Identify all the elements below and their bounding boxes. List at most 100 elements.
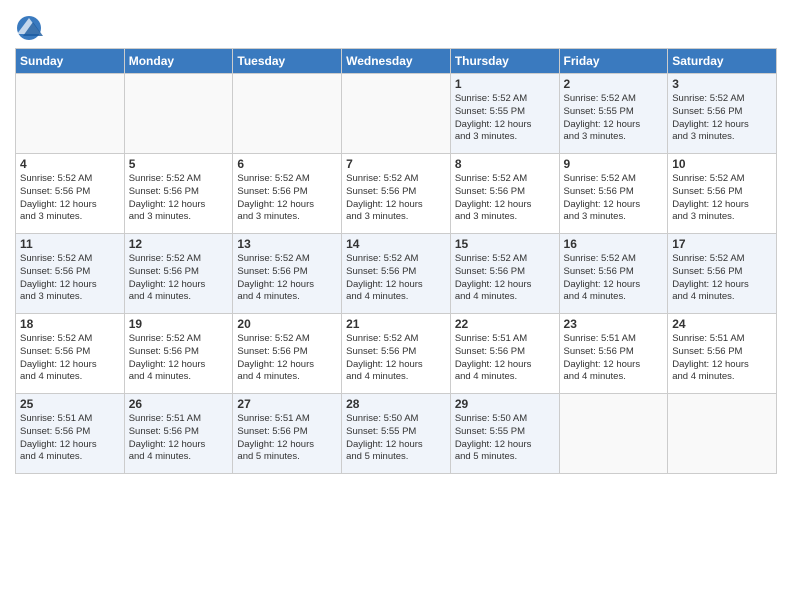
calendar-cell (559, 394, 668, 474)
header-row: SundayMondayTuesdayWednesdayThursdayFrid… (16, 49, 777, 74)
cell-info: Sunrise: 5:52 AM Sunset: 5:56 PM Dayligh… (237, 173, 337, 224)
calendar-cell: 8 Sunrise: 5:52 AM Sunset: 5:56 PM Daylig… (450, 154, 559, 234)
cell-info: Sunrise: 5:52 AM Sunset: 5:56 PM Dayligh… (672, 253, 772, 304)
cell-info: Sunrise: 5:52 AM Sunset: 5:56 PM Dayligh… (237, 253, 337, 304)
day-number: 29 (455, 397, 555, 411)
header-cell-monday: Monday (124, 49, 233, 74)
calendar-cell: 29 Sunrise: 5:50 AM Sunset: 5:55 PM Dayli… (450, 394, 559, 474)
day-number: 17 (672, 237, 772, 251)
day-number: 26 (129, 397, 229, 411)
calendar-cell: 7 Sunrise: 5:52 AM Sunset: 5:56 PM Daylig… (342, 154, 451, 234)
calendar-cell: 15 Sunrise: 5:52 AM Sunset: 5:56 PM Dayli… (450, 234, 559, 314)
day-number: 21 (346, 317, 446, 331)
calendar-cell: 25 Sunrise: 5:51 AM Sunset: 5:56 PM Dayli… (16, 394, 125, 474)
day-number: 12 (129, 237, 229, 251)
day-number: 22 (455, 317, 555, 331)
calendar-cell: 28 Sunrise: 5:50 AM Sunset: 5:55 PM Dayli… (342, 394, 451, 474)
cell-info: Sunrise: 5:52 AM Sunset: 5:56 PM Dayligh… (129, 333, 229, 384)
cell-info: Sunrise: 5:51 AM Sunset: 5:56 PM Dayligh… (20, 413, 120, 464)
calendar-cell: 18 Sunrise: 5:52 AM Sunset: 5:56 PM Dayli… (16, 314, 125, 394)
header-cell-thursday: Thursday (450, 49, 559, 74)
day-number: 5 (129, 157, 229, 171)
cell-info: Sunrise: 5:52 AM Sunset: 5:56 PM Dayligh… (346, 173, 446, 224)
day-number: 13 (237, 237, 337, 251)
header-cell-tuesday: Tuesday (233, 49, 342, 74)
cell-info: Sunrise: 5:52 AM Sunset: 5:55 PM Dayligh… (455, 93, 555, 144)
day-number: 28 (346, 397, 446, 411)
calendar-body: 1 Sunrise: 5:52 AM Sunset: 5:55 PM Daylig… (16, 74, 777, 474)
day-number: 16 (564, 237, 664, 251)
calendar-header: SundayMondayTuesdayWednesdayThursdayFrid… (16, 49, 777, 74)
calendar-cell: 16 Sunrise: 5:52 AM Sunset: 5:56 PM Dayli… (559, 234, 668, 314)
cell-info: Sunrise: 5:52 AM Sunset: 5:56 PM Dayligh… (20, 173, 120, 224)
cell-info: Sunrise: 5:52 AM Sunset: 5:56 PM Dayligh… (564, 253, 664, 304)
day-number: 8 (455, 157, 555, 171)
calendar-cell: 2Sunrise: 5:52 AM Sunset: 5:55 PM Daylig… (559, 74, 668, 154)
cell-info: Sunrise: 5:52 AM Sunset: 5:55 PM Dayligh… (564, 93, 664, 144)
calendar-cell: 4 Sunrise: 5:52 AM Sunset: 5:56 PM Daylig… (16, 154, 125, 234)
cell-info: Sunrise: 5:52 AM Sunset: 5:56 PM Dayligh… (672, 173, 772, 224)
header-cell-saturday: Saturday (668, 49, 777, 74)
day-number: 27 (237, 397, 337, 411)
calendar-cell: 26Sunrise: 5:51 AM Sunset: 5:56 PM Dayli… (124, 394, 233, 474)
cell-info: Sunrise: 5:52 AM Sunset: 5:56 PM Dayligh… (129, 253, 229, 304)
logo-icon (15, 14, 43, 42)
calendar-cell: 13 Sunrise: 5:52 AM Sunset: 5:56 PM Dayli… (233, 234, 342, 314)
cell-info: Sunrise: 5:51 AM Sunset: 5:56 PM Dayligh… (672, 333, 772, 384)
calendar-cell (16, 74, 125, 154)
calendar-cell (233, 74, 342, 154)
calendar-cell: 6 Sunrise: 5:52 AM Sunset: 5:56 PM Daylig… (233, 154, 342, 234)
calendar-week-1: 1 Sunrise: 5:52 AM Sunset: 5:55 PM Daylig… (16, 74, 777, 154)
cell-info: Sunrise: 5:52 AM Sunset: 5:56 PM Dayligh… (455, 253, 555, 304)
calendar-cell: 19 Sunrise: 5:52 AM Sunset: 5:56 PM Dayli… (124, 314, 233, 394)
day-number: 20 (237, 317, 337, 331)
cell-info: Sunrise: 5:52 AM Sunset: 5:56 PM Dayligh… (20, 253, 120, 304)
calendar-cell: 11Sunrise: 5:52 AM Sunset: 5:56 PM Dayli… (16, 234, 125, 314)
header-cell-wednesday: Wednesday (342, 49, 451, 74)
cell-info: Sunrise: 5:52 AM Sunset: 5:56 PM Dayligh… (346, 333, 446, 384)
cell-info: Sunrise: 5:51 AM Sunset: 5:56 PM Dayligh… (564, 333, 664, 384)
day-number: 24 (672, 317, 772, 331)
page-header (15, 10, 777, 42)
calendar-cell: 17 Sunrise: 5:52 AM Sunset: 5:56 PM Dayli… (668, 234, 777, 314)
calendar-week-5: 25 Sunrise: 5:51 AM Sunset: 5:56 PM Dayli… (16, 394, 777, 474)
cell-info: Sunrise: 5:50 AM Sunset: 5:55 PM Dayligh… (346, 413, 446, 464)
calendar-cell: 9Sunrise: 5:52 AM Sunset: 5:56 PM Daylig… (559, 154, 668, 234)
calendar-cell: 3Sunrise: 5:52 AM Sunset: 5:56 PM Daylig… (668, 74, 777, 154)
cell-info: Sunrise: 5:51 AM Sunset: 5:56 PM Dayligh… (237, 413, 337, 464)
calendar-cell (668, 394, 777, 474)
cell-info: Sunrise: 5:50 AM Sunset: 5:55 PM Dayligh… (455, 413, 555, 464)
calendar-cell: 1 Sunrise: 5:52 AM Sunset: 5:55 PM Daylig… (450, 74, 559, 154)
cell-info: Sunrise: 5:52 AM Sunset: 5:56 PM Dayligh… (564, 173, 664, 224)
calendar-cell: 21 Sunrise: 5:52 AM Sunset: 5:56 PM Dayli… (342, 314, 451, 394)
calendar-week-3: 11Sunrise: 5:52 AM Sunset: 5:56 PM Dayli… (16, 234, 777, 314)
cell-info: Sunrise: 5:52 AM Sunset: 5:56 PM Dayligh… (20, 333, 120, 384)
calendar-table: SundayMondayTuesdayWednesdayThursdayFrid… (15, 48, 777, 474)
day-number: 25 (20, 397, 120, 411)
calendar-week-2: 4 Sunrise: 5:52 AM Sunset: 5:56 PM Daylig… (16, 154, 777, 234)
calendar-cell: 27 Sunrise: 5:51 AM Sunset: 5:56 PM Dayli… (233, 394, 342, 474)
cell-info: Sunrise: 5:52 AM Sunset: 5:56 PM Dayligh… (237, 333, 337, 384)
day-number: 14 (346, 237, 446, 251)
day-number: 23 (564, 317, 664, 331)
calendar-cell: 22 Sunrise: 5:51 AM Sunset: 5:56 PM Dayli… (450, 314, 559, 394)
cell-info: Sunrise: 5:52 AM Sunset: 5:56 PM Dayligh… (672, 93, 772, 144)
day-number: 18 (20, 317, 120, 331)
cell-info: Sunrise: 5:52 AM Sunset: 5:56 PM Dayligh… (455, 173, 555, 224)
calendar-cell: 14Sunrise: 5:52 AM Sunset: 5:56 PM Dayli… (342, 234, 451, 314)
day-number: 7 (346, 157, 446, 171)
calendar-cell (124, 74, 233, 154)
cell-info: Sunrise: 5:52 AM Sunset: 5:56 PM Dayligh… (129, 173, 229, 224)
day-number: 19 (129, 317, 229, 331)
day-number: 15 (455, 237, 555, 251)
logo (15, 14, 47, 42)
day-number: 6 (237, 157, 337, 171)
calendar-cell: 12 Sunrise: 5:52 AM Sunset: 5:56 PM Dayli… (124, 234, 233, 314)
calendar-cell: 20 Sunrise: 5:52 AM Sunset: 5:56 PM Dayli… (233, 314, 342, 394)
day-number: 4 (20, 157, 120, 171)
calendar-cell: 5 Sunrise: 5:52 AM Sunset: 5:56 PM Daylig… (124, 154, 233, 234)
day-number: 1 (455, 77, 555, 91)
cell-info: Sunrise: 5:51 AM Sunset: 5:56 PM Dayligh… (455, 333, 555, 384)
calendar-cell: 23 Sunrise: 5:51 AM Sunset: 5:56 PM Dayli… (559, 314, 668, 394)
header-cell-friday: Friday (559, 49, 668, 74)
